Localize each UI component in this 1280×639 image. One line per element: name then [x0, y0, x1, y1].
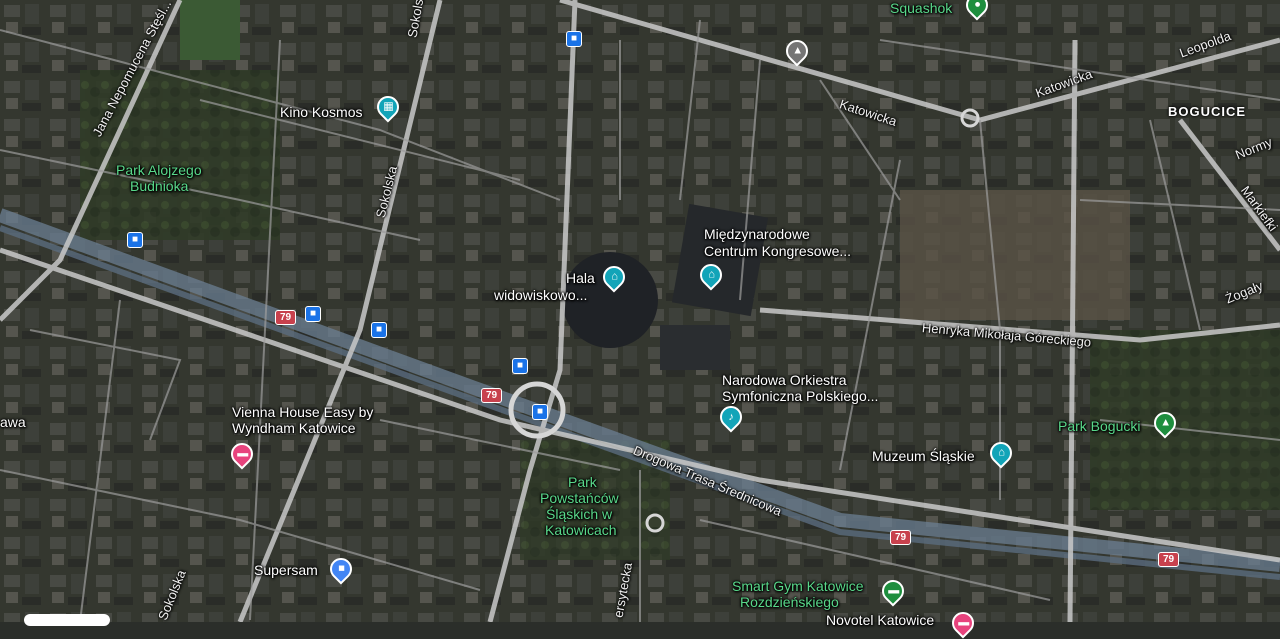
- route-79-shield: 79: [890, 530, 912, 545]
- poi-label-narodowa-orkiestra[interactable]: Symfoniczna Polskiego...: [722, 388, 878, 404]
- poi-label-park-powstancow[interactable]: Katowicach: [545, 522, 617, 538]
- tram-stop-icon[interactable]: ■: [512, 358, 528, 374]
- tram-stop-icon[interactable]: ■: [532, 404, 548, 420]
- poi-label-supersam[interactable]: Supersam: [254, 562, 318, 578]
- poi-label-park-powstancow[interactable]: Park: [568, 474, 597, 490]
- poi-label-vienna-house[interactable]: Wyndham Katowice: [232, 420, 356, 436]
- poi-label-muzeum-slaskie[interactable]: Muzeum Śląskie: [872, 448, 975, 464]
- poi-label-park-bogucki[interactable]: Park Bogucki: [1058, 418, 1140, 434]
- poi-label-smart-gym[interactable]: Rozdzieńskiego: [740, 594, 839, 610]
- route-79-shield: 79: [481, 388, 503, 403]
- satellite-map[interactable]: [0, 0, 1280, 622]
- poi-label-vienna-house[interactable]: Vienna House Easy by: [232, 404, 373, 420]
- map-scale-control[interactable]: [24, 614, 110, 626]
- tram-stop-icon[interactable]: ■: [127, 232, 143, 248]
- poi-label-partial: awa: [0, 414, 26, 430]
- route-79-shield: 79: [275, 310, 297, 325]
- route-79-shield: 79: [1158, 552, 1180, 567]
- poi-label-park-powstancow[interactable]: Śląskich w: [546, 506, 612, 522]
- poi-label-park-powstancow[interactable]: Powstańców: [540, 490, 619, 506]
- poi-label-narodowa-orkiestra[interactable]: Narodowa Orkiestra: [722, 372, 847, 388]
- poi-label-kino-kosmos[interactable]: Kino Kosmos: [280, 104, 362, 120]
- tram-stop-icon[interactable]: ■: [371, 322, 387, 338]
- tram-stop-icon[interactable]: ■: [305, 306, 321, 322]
- poi-label-park-alojzego-budnioka[interactable]: Park Alojzego: [116, 162, 202, 178]
- poi-label-novotel[interactable]: Novotel Katowice: [826, 612, 934, 628]
- poi-label-hala[interactable]: Hala: [566, 270, 595, 286]
- poi-label-squashok[interactable]: Squashok: [890, 0, 952, 16]
- district-label-bogucice: BOGUCICE: [1168, 104, 1247, 119]
- poi-label-hala[interactable]: widowiskowo...: [494, 287, 587, 303]
- poi-label-centrum-kongresowe[interactable]: Centrum Kongresowe...: [704, 243, 851, 259]
- poi-label-smart-gym[interactable]: Smart Gym Katowice: [732, 578, 863, 594]
- poi-label-park-alojzego-budnioka[interactable]: Budnioka: [130, 178, 188, 194]
- tram-stop-icon[interactable]: ■: [566, 31, 582, 47]
- poi-label-centrum-kongresowe[interactable]: Międzynarodowe: [704, 226, 810, 242]
